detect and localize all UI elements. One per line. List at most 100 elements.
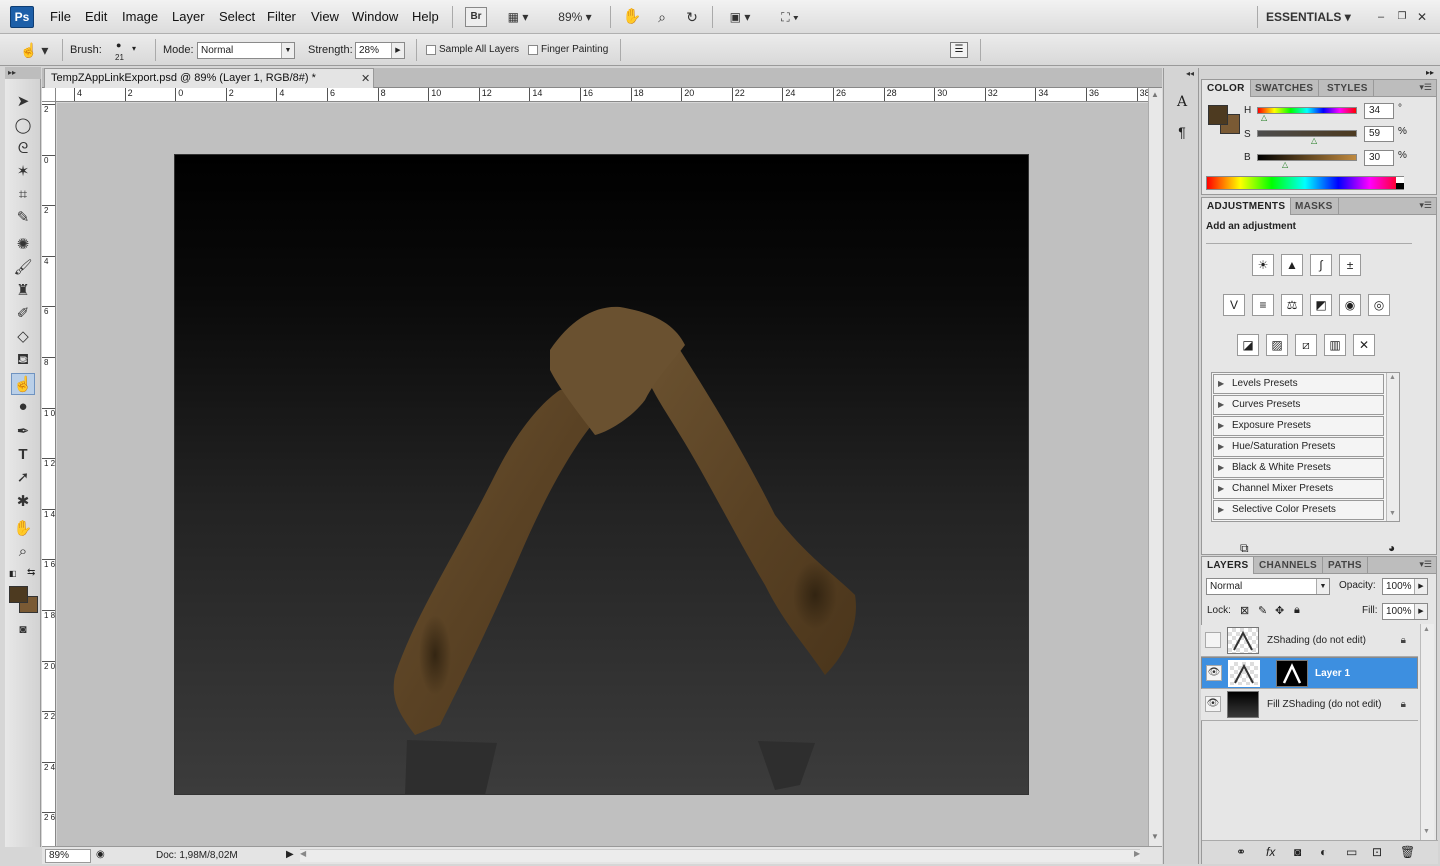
tab-layers[interactable]: LAYERS — [1202, 557, 1255, 574]
selective-color-icon[interactable]: ✕ — [1353, 334, 1375, 356]
color-panel-foreground-swatch[interactable] — [1208, 105, 1228, 125]
eye-icon[interactable]: 👁︎ — [1206, 665, 1222, 681]
finger-painting-checkbox[interactable] — [528, 45, 538, 55]
custom-shape-tool-icon[interactable]: ✱ — [11, 491, 35, 513]
layers-scrollbar[interactable]: ▲ ▼ — [1420, 624, 1434, 842]
photo-filter-icon[interactable]: ◉ — [1339, 294, 1361, 316]
scroll-down-icon[interactable]: ▼ — [1389, 510, 1396, 517]
tab-adjustments[interactable]: ADJUSTMENTS — [1202, 198, 1292, 215]
sample-all-layers-checkbox[interactable] — [426, 45, 436, 55]
vertical-ruler[interactable]: 2 0 2 4 6 8 1 0 1 2 1 4 1 6 1 8 2 0 2 2 2 4 2 6 — [42, 102, 56, 846]
layer-row-zshading[interactable]: ZShading (do not edit) 🔒︎ — [1201, 625, 1418, 657]
tab-channels[interactable]: CHANNELS — [1254, 557, 1323, 574]
bridge-button[interactable]: Br — [465, 7, 487, 27]
gradient-map-icon[interactable]: ▥ — [1324, 334, 1346, 356]
saturation-slider-thumb[interactable]: △ — [1311, 136, 1317, 145]
menu-image[interactable]: Image — [122, 9, 158, 24]
panel-menu-icon[interactable]: ▾☰ — [1419, 82, 1432, 93]
tool-preset-picker[interactable]: ☝ ▾ — [20, 40, 54, 60]
zoom-tool-icon[interactable]: ⌕ — [650, 7, 674, 27]
lock-transparency-icon[interactable]: ⊠ — [1240, 604, 1249, 617]
vertical-scrollbar[interactable]: ▲ ▼ — [1148, 88, 1162, 846]
menu-edit[interactable]: Edit — [85, 9, 107, 24]
visibility-toggle[interactable] — [1205, 632, 1221, 648]
brightness-contrast-icon[interactable]: ☀ — [1252, 254, 1274, 276]
color-balance-icon[interactable]: ⚖ — [1281, 294, 1303, 316]
scroll-right-icon[interactable]: ▶ — [1134, 849, 1140, 858]
eyedropper-tool-icon[interactable]: ✎ — [11, 207, 35, 229]
status-arrow-icon[interactable]: ▶ — [286, 849, 294, 860]
chevron-right-icon[interactable]: ▶ — [391, 43, 404, 58]
visibility-toggle-icon[interactable]: ◕ — [1388, 541, 1395, 555]
zoom-field[interactable]: 89% — [45, 849, 91, 863]
paragraph-panel-icon[interactable]: ¶ — [1172, 124, 1192, 144]
horizontal-ruler[interactable]: 4202468101214161820222426283032343638 — [56, 88, 1148, 102]
levels-icon[interactable]: ▲ — [1281, 254, 1303, 276]
crop-tool-icon[interactable]: ⌗ — [11, 184, 35, 206]
zoom-level-dropdown[interactable]: 89% ▾ — [550, 7, 600, 27]
horizontal-scrollbar[interactable] — [300, 849, 1140, 862]
curves-icon[interactable]: ∫ — [1310, 254, 1332, 276]
menu-select[interactable]: Select — [219, 9, 255, 24]
panel-menu-icon[interactable]: ▾☰ — [1419, 200, 1432, 211]
arrange-documents-button[interactable]: ▣ ▾ — [722, 7, 758, 27]
smudge-tool-icon[interactable]: ☝ — [11, 373, 35, 395]
zoom-tool-icon[interactable]: ⌕ — [11, 541, 35, 563]
hand-tool-icon[interactable]: ✋ — [11, 518, 35, 540]
layer-style-icon[interactable]: fx — [1266, 845, 1275, 859]
document-canvas[interactable] — [174, 154, 1029, 795]
marquee-tool-icon[interactable]: ◯ — [11, 115, 35, 137]
close-icon[interactable]: ✕ — [1415, 7, 1429, 27]
delete-layer-icon[interactable]: 🗑︎ — [1400, 845, 1415, 859]
dodge-tool-icon[interactable]: ● — [11, 396, 35, 418]
panel-toggle-icon[interactable]: ☰ — [950, 42, 968, 58]
view-extras-button[interactable]: ▦ ▾ — [500, 7, 536, 27]
new-group-icon[interactable]: ▭ — [1346, 845, 1357, 859]
brightness-slider[interactable] — [1257, 154, 1357, 161]
preset-selective-color[interactable]: ▶ Selective Color Presets — [1213, 500, 1384, 520]
layer-row-fill-zshading[interactable]: 👁︎ Fill ZShading (do not edit) 🔒︎ — [1201, 689, 1418, 721]
new-layer-icon[interactable]: ⊡ — [1372, 845, 1382, 859]
hue-input[interactable]: 34 — [1364, 103, 1394, 119]
brightness-slider-thumb[interactable]: △ — [1282, 160, 1288, 169]
menu-window[interactable]: Window — [352, 9, 398, 24]
swap-colors-icon[interactable]: ⇆ — [27, 567, 35, 578]
fill-input[interactable]: 100% ▶ — [1382, 603, 1428, 620]
exposure-icon[interactable]: ± — [1339, 254, 1361, 276]
opacity-input[interactable]: 100% ▶ — [1382, 578, 1428, 595]
saturation-slider[interactable] — [1257, 130, 1357, 137]
invert-icon[interactable]: ◪ — [1237, 334, 1259, 356]
collapse-panels-icon[interactable]: ▸▸ — [1426, 68, 1434, 77]
status-menu-icon[interactable]: ◉ — [96, 849, 105, 860]
posterize-icon[interactable]: ▨ — [1266, 334, 1288, 356]
preset-levels[interactable]: ▶ Levels Presets — [1213, 374, 1384, 394]
type-tool-icon[interactable]: T — [11, 444, 35, 466]
lock-all-icon[interactable]: 🔒︎ — [1294, 604, 1300, 617]
expand-dock-icon[interactable]: ◂◂ — [1186, 69, 1194, 78]
preset-hue-saturation[interactable]: ▶ Hue/Saturation Presets — [1213, 437, 1384, 457]
lasso-tool-icon[interactable]: ᘓ — [11, 138, 35, 160]
blend-mode-select[interactable]: Normal ▼ — [1206, 578, 1330, 595]
rotate-view-icon[interactable]: ↻ — [680, 7, 704, 27]
hue-saturation-icon[interactable]: ≡ — [1252, 294, 1274, 316]
tab-styles[interactable]: STYLES — [1322, 80, 1374, 97]
black-white-icon[interactable]: ◩ — [1310, 294, 1332, 316]
healing-brush-tool-icon[interactable]: ✺ — [11, 234, 35, 256]
scroll-up-icon[interactable]: ▲ — [1423, 626, 1430, 633]
magic-wand-tool-icon[interactable]: ✶ — [11, 161, 35, 183]
move-tool-icon[interactable]: ➤ — [11, 91, 35, 113]
hue-slider[interactable] — [1257, 107, 1357, 114]
tab-masks[interactable]: MASKS — [1290, 198, 1339, 215]
brightness-input[interactable]: 30 — [1364, 150, 1394, 166]
menu-file[interactable]: File — [50, 9, 71, 24]
workspace-switcher[interactable]: ESSENTIALS ▾ — [1265, 7, 1365, 27]
collapse-toolbox-icon[interactable]: ▸▸ — [5, 67, 41, 79]
preset-channel-mixer[interactable]: ▶ Channel Mixer Presets — [1213, 479, 1384, 499]
link-layers-icon[interactable]: ⚭ — [1236, 845, 1246, 859]
menu-filter[interactable]: Filter — [267, 9, 296, 24]
close-icon[interactable]: ✕ — [361, 72, 370, 85]
lock-position-icon[interactable]: ✥ — [1275, 604, 1284, 617]
menu-help[interactable]: Help — [412, 9, 439, 24]
menu-layer[interactable]: Layer — [172, 9, 205, 24]
foreground-color-swatch[interactable] — [9, 586, 28, 603]
